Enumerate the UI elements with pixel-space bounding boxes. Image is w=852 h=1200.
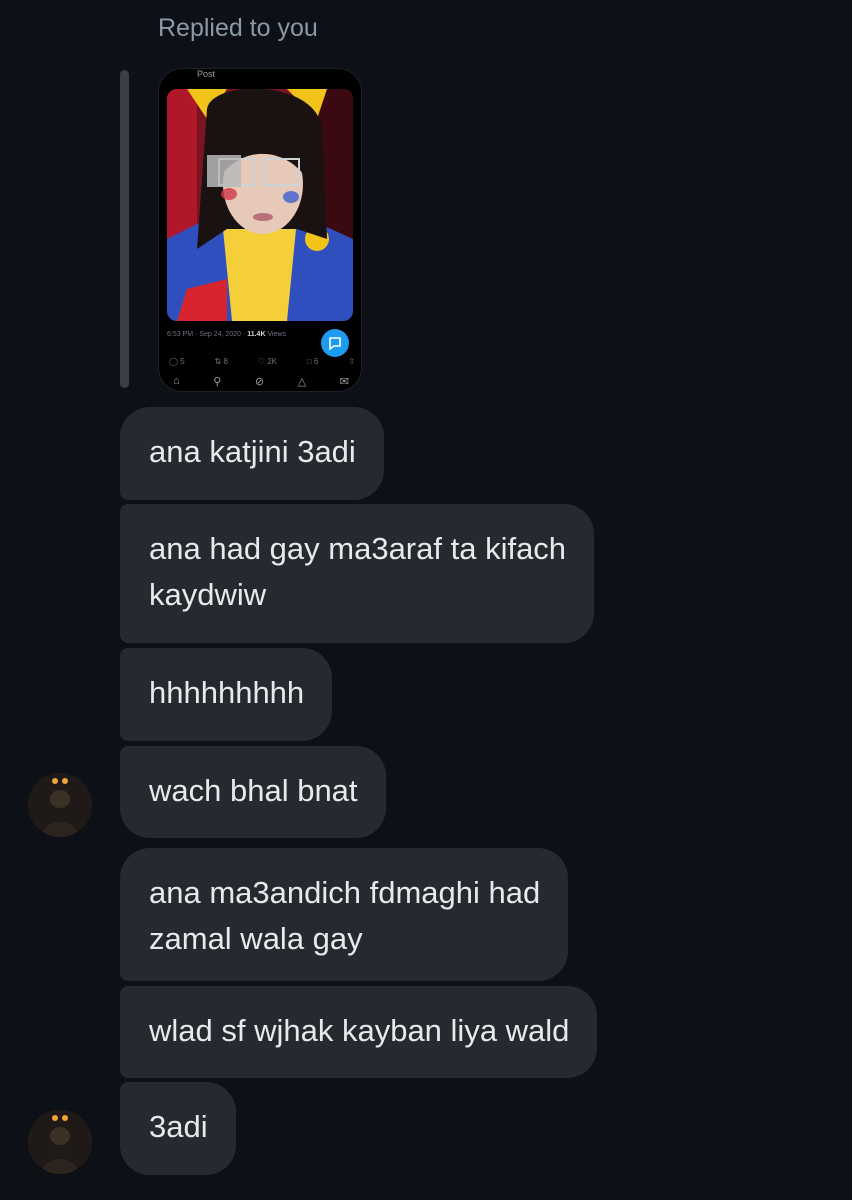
repost-icon: ⇅ xyxy=(214,357,222,366)
message-bubble[interactable]: ana katjini 3adi xyxy=(120,407,384,500)
repost-count: 8 xyxy=(223,357,228,366)
like-action[interactable]: ♡ 2K xyxy=(258,357,277,366)
messages-icon[interactable]: ✉ xyxy=(340,375,349,388)
quoted-post-preview[interactable]: Post 6:53 PM · Sep 24, 2020 · 11.4K View… xyxy=(158,68,362,392)
share-action[interactable]: ⇧ xyxy=(348,357,355,366)
repost-action[interactable]: ⇅ 8 xyxy=(215,357,228,366)
quoted-post-meta: 6:53 PM · Sep 24, 2020 · 11.4K Views xyxy=(167,331,286,338)
quoted-post-label: Post xyxy=(197,69,216,79)
reply-icon: ◯ xyxy=(169,357,178,366)
quoted-post-image xyxy=(167,89,353,321)
bookmark-icon: □ xyxy=(306,357,312,366)
quoted-post-time: 6:53 PM xyxy=(167,331,194,338)
reply-header: Replied to you xyxy=(158,14,318,42)
grok-icon[interactable]: ⊘ xyxy=(255,375,264,388)
notifications-icon[interactable]: △ xyxy=(298,375,306,388)
message-bubble[interactable]: hhhhhhhhh xyxy=(120,648,333,741)
quoted-post-compose-button[interactable] xyxy=(321,329,349,357)
message-bubble[interactable]: wach bhal bnat xyxy=(120,746,386,838)
message-bubble[interactable]: ana had gay ma3araf ta kifach kaydwiw xyxy=(120,504,595,643)
bookmark-count: 6 xyxy=(313,357,319,366)
message-bubble[interactable]: ana ma3andich fdmaghi had zamal wala gay xyxy=(120,848,569,981)
compose-icon xyxy=(329,337,341,351)
reply-count: 5 xyxy=(180,357,185,366)
quoted-post-tab-bar: ⌂ ⚲ ⊘ △ ✉ xyxy=(173,375,349,388)
message-bubble[interactable]: wlad sf wjhak kayban liya wald xyxy=(120,986,598,1078)
home-icon[interactable]: ⌂ xyxy=(173,375,180,388)
search-icon[interactable]: ⚲ xyxy=(213,375,221,388)
quoted-post-views-count: 11.4K xyxy=(247,331,266,338)
avatar[interactable] xyxy=(28,773,92,837)
reply-action[interactable]: ◯ 5 xyxy=(169,357,185,366)
message-bubble[interactable]: 3adi xyxy=(120,1082,236,1175)
quoted-post-actions: ◯ 5 ⇅ 8 ♡ 2K □ 6 ⇧ xyxy=(169,357,355,366)
avatar[interactable] xyxy=(28,1110,92,1174)
bookmark-action[interactable]: □ 6 xyxy=(307,357,319,366)
share-icon: ⇧ xyxy=(348,357,355,366)
reply-indicator-bar xyxy=(120,70,129,388)
like-count: 2K xyxy=(267,357,277,366)
quoted-post-views-label: Views xyxy=(267,331,286,338)
quoted-post-date: Sep 24, 2020 xyxy=(199,331,241,338)
heart-icon: ♡ xyxy=(257,357,265,366)
